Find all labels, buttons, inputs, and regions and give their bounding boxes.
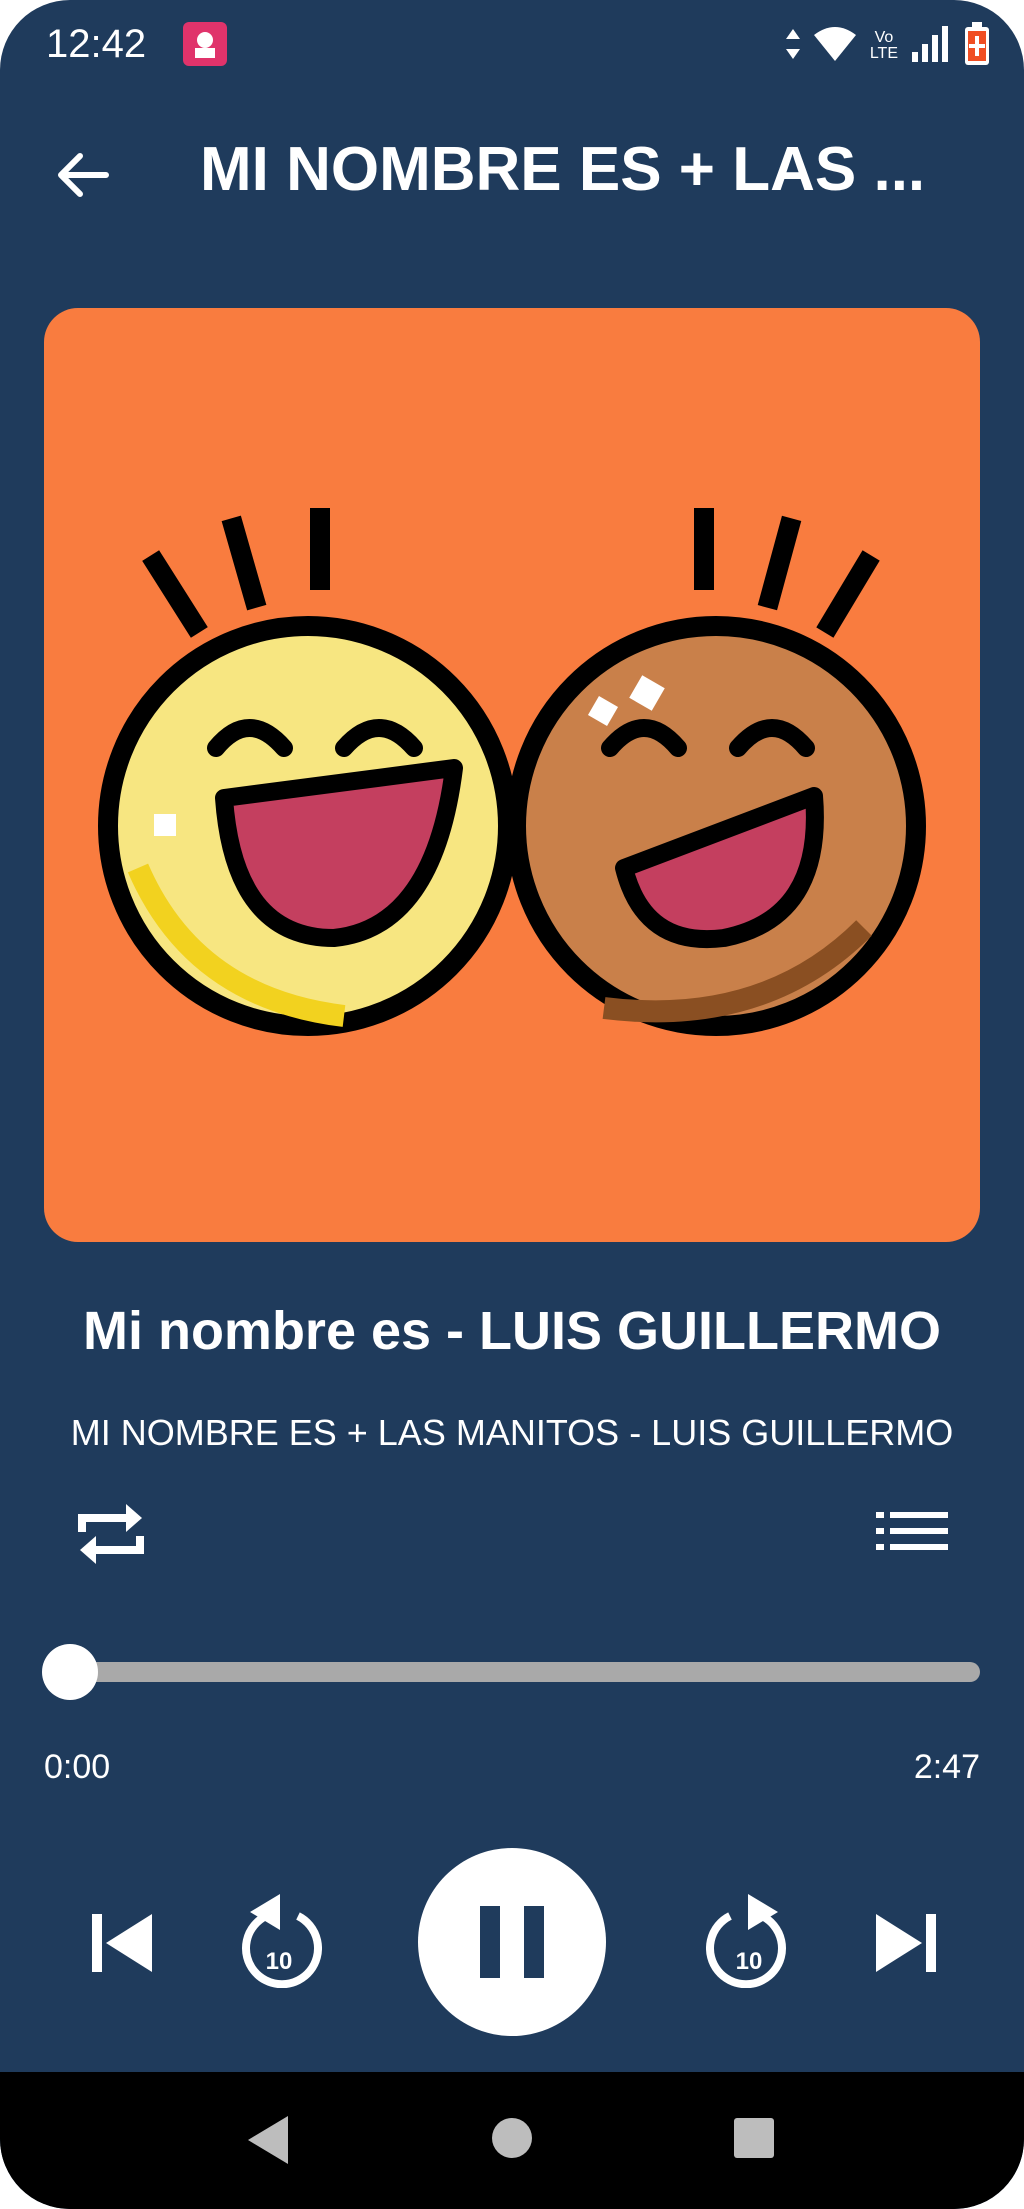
rewind-10-icon: 10 [242,1894,322,1989]
current-time: 0:00 [44,1748,111,1786]
album-artist-line: MI NOMBRE ES + LAS MANITOS - LUIS GUILLE… [70,1412,954,1453]
progress-thumb[interactable] [42,1644,98,1700]
battery-icon [964,21,990,71]
previous-button[interactable] [90,1912,154,1974]
triangle-back-icon [248,2116,288,2164]
rewind-10-button[interactable]: 10 [236,1888,322,1989]
total-time: 2:47 [913,1748,980,1786]
next-button[interactable] [874,1912,938,1974]
wifi-icon [813,26,856,66]
back-button[interactable] [48,140,118,210]
status-time: 12:42 [46,22,147,66]
queue-button[interactable] [876,1508,948,1564]
circle-home-icon [492,2118,532,2158]
song-title: Mi nombre es - LUIS GUILLERMO [82,1301,942,1361]
smiley-faces-illustration [98,508,926,1036]
arrow-left-icon [58,153,109,197]
skip-next-icon [876,1914,936,1972]
volte-icon: Vo LTE [869,29,898,62]
pause-button[interactable] [418,1848,606,2036]
nav-recents-button[interactable] [732,2116,776,2160]
progress-track[interactable] [70,1662,980,1682]
repeat-button[interactable] [74,1498,148,1570]
system-navigation-bar [0,2072,1024,2209]
status-bar: 12:42 Vo LTE [0,0,1024,95]
skip-previous-icon [92,1914,152,1972]
status-icons: Vo LTE [785,21,990,71]
forward-10-button[interactable]: 10 [706,1888,792,1989]
data-arrows-icon [785,28,800,64]
nav-back-button[interactable] [244,2112,292,2168]
screen: 12:42 Vo LTE MI NOMBRE ES + LAS ... Mi n… [0,0,1024,2209]
square-recents-icon [734,2118,774,2158]
app-notification-icon [183,22,227,66]
forward-label: 10 [736,1948,763,1975]
page-title: MI NOMBRE ES + LAS ... [200,135,926,204]
queue-list-icon [876,1512,948,1550]
signal-icon [912,25,950,67]
rewind-label: 10 [266,1948,293,1975]
pause-icon [480,1906,544,1978]
repeat-icon [78,1504,144,1564]
album-artwork [44,308,980,1242]
forward-10-icon: 10 [706,1894,786,1989]
nav-home-button[interactable] [490,2116,534,2160]
